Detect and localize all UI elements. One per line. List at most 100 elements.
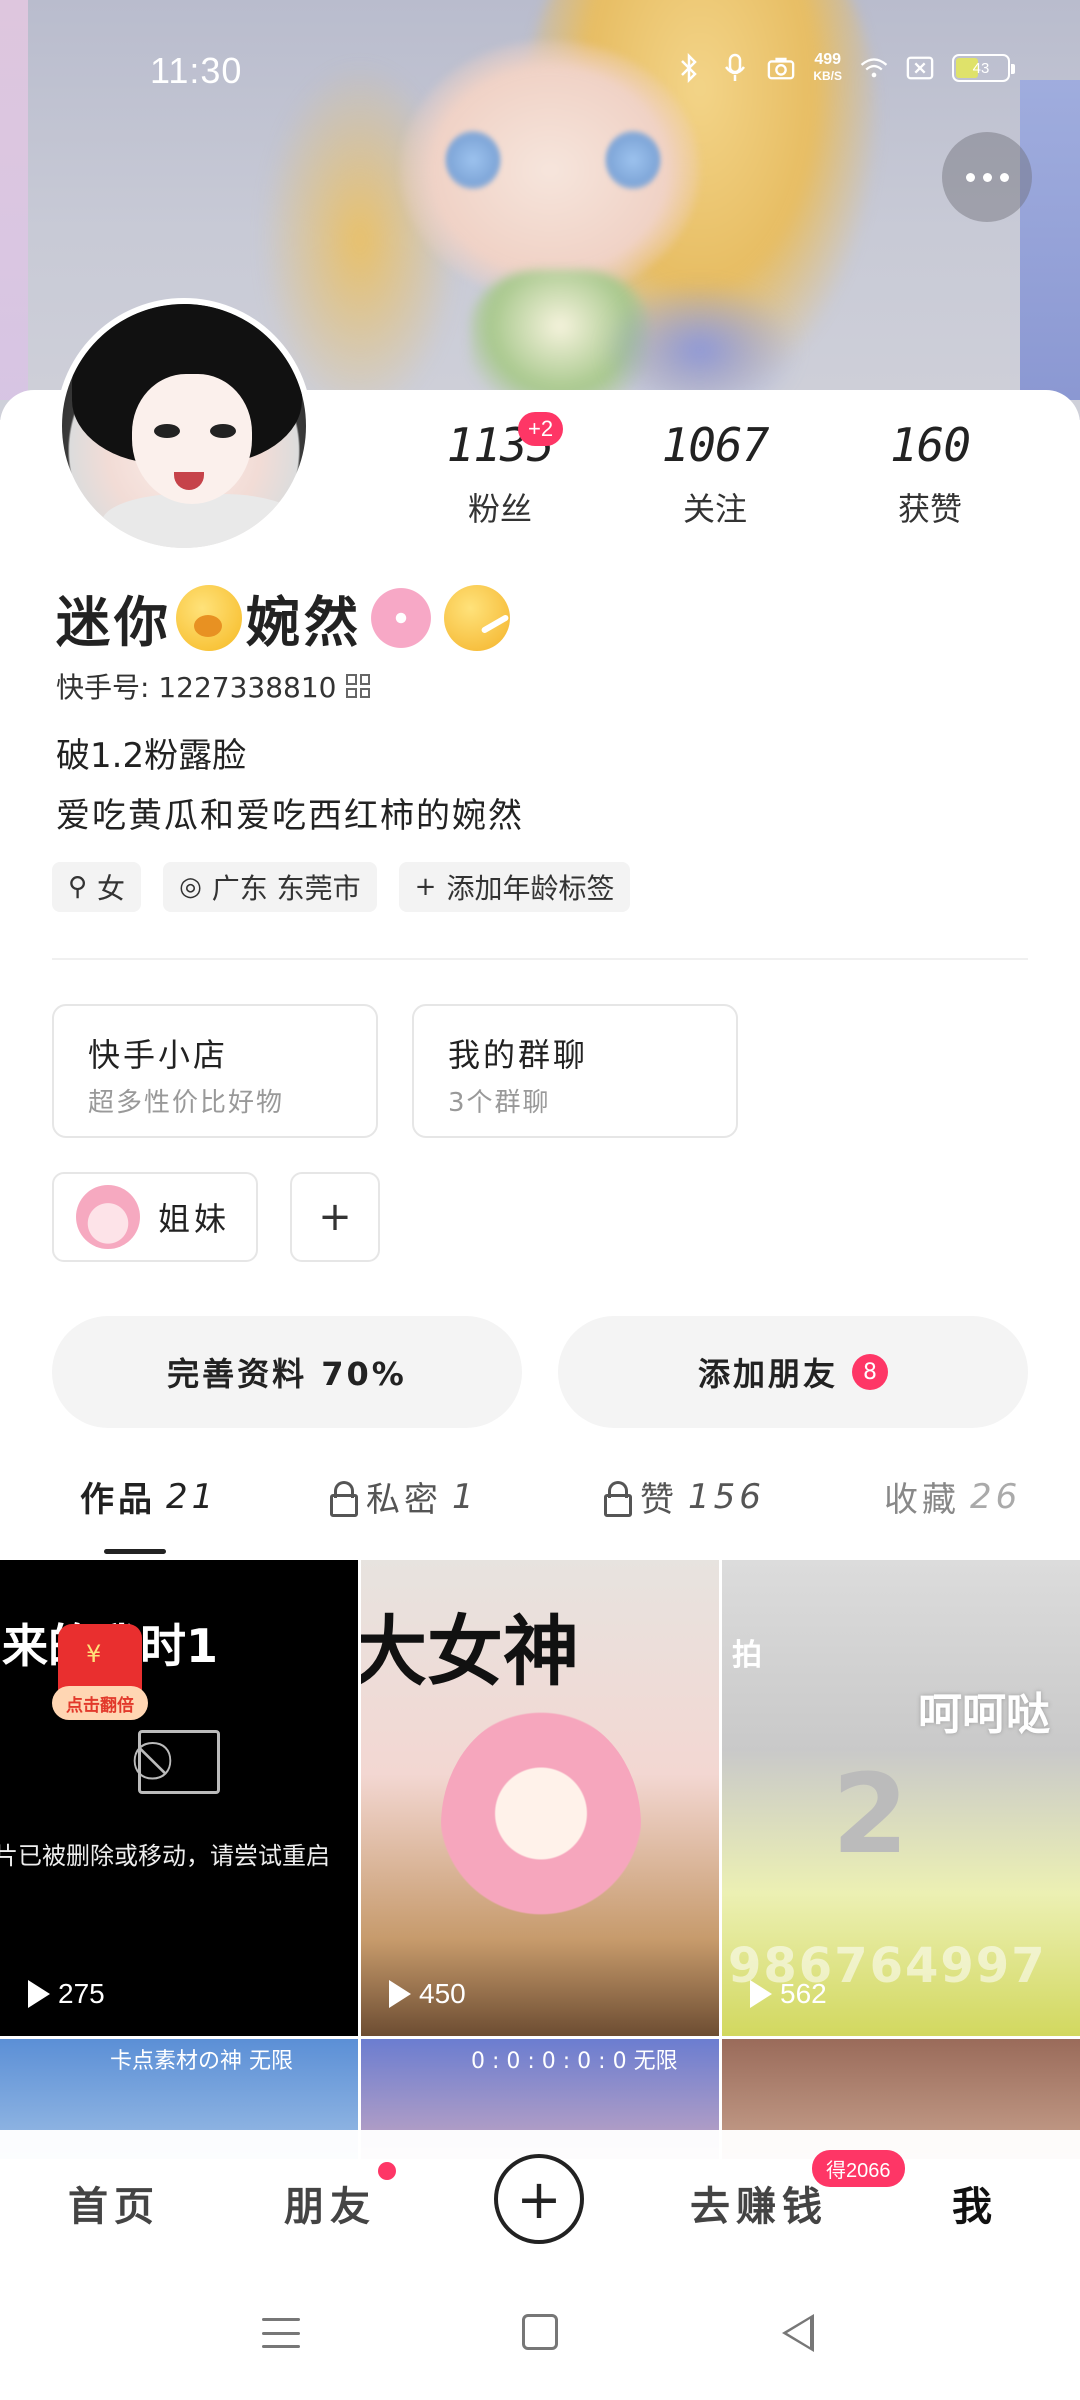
thermometer-face-emoji [444, 584, 510, 651]
add-friend-count-badge: 8 [852, 1354, 888, 1390]
video-caption: 卡点素材の神 无限 [110, 2049, 293, 2074]
tab-private[interactable]: 私密 1 [330, 1472, 478, 1521]
add-relationship-button[interactable]: + [290, 1172, 380, 1262]
complete-profile-button[interactable]: 完善资料 70% [52, 1316, 522, 1428]
status-time: 11:30 [150, 50, 243, 91]
tag-location[interactable]: ◎ 广东 东莞市 [163, 862, 377, 912]
play-icon [750, 1980, 772, 2008]
tag-add-age[interactable]: + 添加年龄标签 [398, 862, 631, 912]
lock-icon [604, 1480, 632, 1517]
red-packet-label: 点击翻倍 [52, 1686, 148, 1720]
location-pin-icon: ◎ [179, 872, 202, 902]
group-subtitle: 3个群聊 [448, 1088, 551, 1118]
tab-favorites-count: 26 [970, 1476, 1022, 1517]
active-tab-indicator [104, 1549, 166, 1554]
video-thumbnail[interactable]: 拍 呵呵哒 2 986764997 562 [722, 1560, 1080, 2036]
tab-works-label: 作品 [80, 1480, 156, 1520]
create-post-button[interactable]: + [494, 2154, 584, 2244]
play-count: 450 [389, 1978, 466, 2010]
camera-icon [767, 52, 795, 84]
more-dots-icon [965, 172, 975, 182]
avatar[interactable] [56, 298, 312, 554]
qr-code-icon[interactable] [346, 674, 371, 698]
lock-icon [330, 1480, 358, 1517]
likes-count: 160 [889, 418, 971, 472]
yawning-face-emoji [176, 584, 242, 651]
tab-works-count: 21 [166, 1476, 218, 1517]
video-thumbnail[interactable]: 来的我时1 点击翻倍 片已被删除或移动，请尝试重启 275 [0, 1560, 358, 2036]
following-count: 1067 [661, 418, 770, 472]
relationship-sister[interactable]: 姐妹 [52, 1172, 258, 1262]
profile-stats: 1135 +2 粉丝 1067 关注 160 获赞 [400, 412, 1030, 530]
group-chat-card[interactable]: 我的群聊 3个群聊 [412, 1004, 738, 1138]
thumbnail-character [441, 1710, 641, 1940]
video-error-text: 片已被删除或移动，请尝试重启 [0, 1842, 330, 1870]
bottom-nav: 首页 朋友 + 去赚钱 得2066 我 [0, 2130, 1080, 2270]
wifi-icon [860, 52, 888, 84]
content-tabs: 作品 21 私密 1 赞 156 收藏 26 [0, 1472, 1080, 1552]
tab-private-count: 1 [452, 1476, 478, 1517]
bio-line-2: 爱吃黄瓜和爱吃西红柿的婉然 [56, 796, 524, 836]
add-friend-button[interactable]: 添加朋友 8 [558, 1316, 1028, 1428]
tag-gender-label: 女 [97, 872, 126, 905]
likes-label: 获赞 [897, 490, 962, 528]
earn-badge: 得2066 [812, 2150, 905, 2187]
stat-likes[interactable]: 160 获赞 [830, 418, 1030, 530]
video-unavailable-icon [138, 1730, 220, 1794]
play-icon [389, 1980, 411, 2008]
video-number: 2 [832, 1750, 909, 1878]
profile-tags: ⚲ 女 ◎ 广东 东莞市 + 添加年龄标签 [52, 862, 631, 912]
play-count: 562 [750, 1978, 827, 2010]
tag-gender[interactable]: ⚲ 女 [52, 862, 142, 912]
home-icon[interactable] [522, 2314, 558, 2350]
video-caption: 0 : 0 : 0 : 0 : 0 无限 [471, 2049, 678, 2074]
nav-earn[interactable]: 去赚钱 [690, 2174, 828, 2232]
kuaishou-shop-card[interactable]: 快手小店 超多性价比好物 [52, 1004, 378, 1138]
group-title: 我的群聊 [448, 1036, 589, 1074]
tab-favorites-label: 收藏 [884, 1480, 960, 1520]
nickname[interactable]: 迷你 婉然 [56, 578, 514, 657]
tab-likes-label: 赞 [640, 1480, 678, 1520]
red-packet-icon[interactable]: 点击翻倍 [52, 1624, 148, 1720]
divider [52, 958, 1028, 960]
play-count: 275 [28, 1978, 105, 2010]
video-caption-top: 拍 [732, 1638, 762, 1673]
nav-me[interactable]: 我 [952, 2174, 998, 2232]
fans-label: 粉丝 [467, 490, 532, 528]
fans-count: 1135 [446, 418, 555, 472]
bluetooth-icon [675, 52, 703, 84]
play-icon [28, 1980, 50, 2008]
status-bar: 11:30 499 KB/S 43 [0, 40, 1080, 100]
mic-icon [721, 52, 749, 84]
video-thumbnail[interactable]: 大女神 450 [361, 1560, 719, 2036]
tag-add-age-label: 添加年龄标签 [446, 872, 615, 905]
tab-works[interactable]: 作品 21 [80, 1472, 217, 1521]
complete-profile-label: 完善资料 70% [167, 1355, 407, 1393]
plus-icon: + [516, 2167, 562, 2231]
recent-apps-icon[interactable] [262, 2318, 300, 2348]
tag-location-label: 广东 东莞市 [211, 872, 361, 905]
tab-likes[interactable]: 赞 156 [604, 1472, 765, 1521]
nav-home[interactable]: 首页 [68, 2174, 160, 2232]
friends-notification-dot [378, 2162, 396, 2180]
kuaishou-id-text: 快手号: 1227338810 [56, 671, 337, 704]
tab-favorites[interactable]: 收藏 26 [884, 1472, 1021, 1521]
video-caption: 呵呵哒 [918, 1689, 1050, 1740]
nickname-part-1: 迷你 [56, 591, 172, 654]
fans-new-badge: +2 [518, 412, 564, 446]
kuaishou-id[interactable]: 快手号: 1227338810 [56, 666, 371, 706]
video-caption: 大女神 [361, 1607, 579, 1696]
stat-following[interactable]: 1067 关注 [615, 418, 815, 530]
more-options-button[interactable] [942, 132, 1032, 222]
bio-line-1: 破1.2粉露脸 [56, 736, 247, 776]
back-icon[interactable] [782, 2314, 814, 2352]
system-nav-bar [0, 2270, 1080, 2400]
stat-fans[interactable]: 1135 +2 粉丝 [400, 412, 600, 530]
tab-private-label: 私密 [366, 1480, 442, 1520]
shop-subtitle: 超多性价比好物 [88, 1088, 285, 1118]
tab-likes-count: 156 [688, 1476, 765, 1517]
nav-friends[interactable]: 朋友 [284, 2174, 376, 2232]
female-icon: ⚲ [68, 872, 88, 902]
battery-icon: 43 [952, 54, 1015, 82]
net-speed: 499 KB/S [813, 51, 842, 84]
